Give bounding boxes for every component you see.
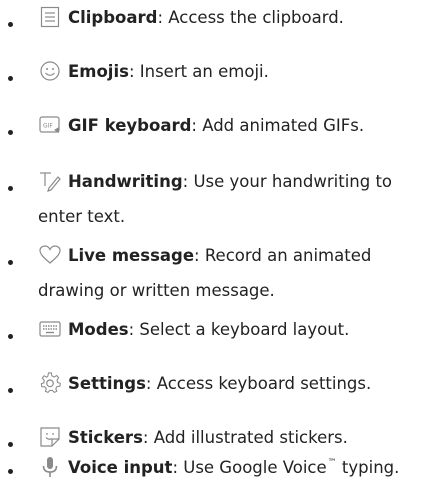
bullet: [8, 442, 13, 447]
term-label: Live message: [68, 246, 195, 265]
emoji-icon: [38, 60, 62, 82]
bullet: [8, 76, 13, 81]
term-label: GIF keyboard: [68, 116, 192, 135]
term-description: : Add illustrated stickers.: [142, 428, 348, 447]
term-label: Settings: [68, 374, 146, 393]
bullet: [8, 334, 13, 339]
term-label: Handwriting: [68, 172, 183, 191]
keyboard-modes-icon: [38, 318, 62, 340]
term-label: Voice input: [68, 458, 173, 477]
live-message-icon: [38, 244, 62, 266]
sticker-icon: [38, 426, 62, 448]
term-description: : Insert an emoji.: [128, 62, 269, 81]
term-description: : Access keyboard settings.: [145, 374, 372, 393]
bullet: [8, 260, 13, 265]
microphone-icon: [38, 456, 62, 478]
term-label: Stickers: [68, 428, 143, 447]
settings-gear-icon: [38, 372, 62, 394]
term-description: : Select a keyboard layout.: [128, 320, 350, 339]
term-description-tail: typing.: [336, 458, 400, 477]
clipboard-icon: [38, 6, 62, 28]
handwriting-icon: [38, 170, 62, 192]
term-label: Clipboard: [68, 8, 158, 27]
bullet: [8, 22, 13, 27]
svg-text:GIF: GIF: [43, 123, 53, 130]
term-description: : Access the clipboard.: [157, 8, 344, 27]
term-description: : Use Google Voice: [172, 458, 327, 477]
term-description: : Use your handwriting to: [182, 172, 393, 191]
gif-keyboard-icon: GIF: [38, 114, 62, 136]
term-description: : Record an animated: [194, 246, 372, 265]
term-description-continued: drawing or written message.: [38, 281, 275, 300]
term-label: Modes: [68, 320, 129, 339]
term-description-continued: enter text.: [38, 207, 126, 226]
term-label: Emojis: [68, 62, 129, 81]
term-description: : Add animated GIFs.: [191, 116, 365, 135]
keyboard-options-list: Clipboard: Access the clipboard. Emojis:…: [0, 0, 445, 481]
bullet: [8, 469, 13, 474]
trademark-symbol: ™: [327, 458, 337, 468]
bullet: [8, 388, 13, 393]
bullet: [8, 186, 13, 191]
bullet: [8, 130, 13, 135]
